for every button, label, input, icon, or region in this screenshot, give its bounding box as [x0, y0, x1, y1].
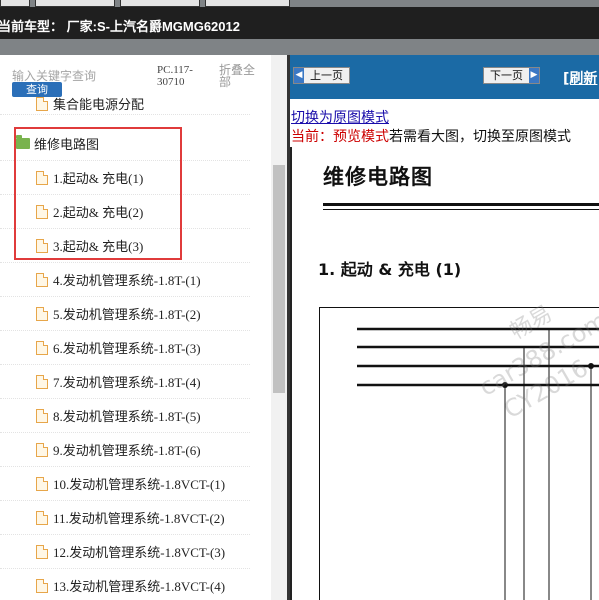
- tree-item[interactable]: 9.发动机管理系统-1.8T-(6): [0, 433, 250, 467]
- document-icon: [36, 306, 48, 321]
- mode-value: 预览模式: [333, 129, 389, 145]
- diagram-frame: [319, 307, 599, 600]
- highlight-box: [14, 127, 182, 260]
- tree-item-label: 11.发动机管理系统-1.8VCT-(2): [53, 511, 225, 526]
- viewer-panel: ◀ 上一页 下一页 ▶ [刷新 切换为原图模式 当前：预览模式若需看大图，切换至…: [290, 55, 599, 600]
- document-icon: [36, 272, 48, 287]
- tree-item-label: 6.发动机管理系统-1.8T-(3): [53, 341, 201, 356]
- toolbar-button[interactable]: [205, 0, 290, 7]
- document-icon: [36, 578, 48, 593]
- junction-dot: [588, 363, 594, 369]
- document-icon: [36, 510, 48, 525]
- document-page: 维修电路图 1. 起动 & 充电 (1): [290, 147, 599, 600]
- wiring-diagram: [319, 307, 599, 600]
- tree-item-label: 4.发动机管理系统-1.8T-(1): [53, 273, 201, 288]
- tree-item-partial[interactable]: 集合能电源分配: [0, 93, 250, 115]
- tree-item-label: 9.发动机管理系统-1.8T-(6): [53, 443, 201, 458]
- tree-item[interactable]: 12.发动机管理系统-1.8VCT-(3): [0, 535, 250, 569]
- document-icon: [36, 340, 48, 355]
- tree-item-label: 8.发动机管理系统-1.8T-(5): [53, 409, 201, 424]
- switch-original-mode-link[interactable]: 切换为原图模式: [291, 107, 389, 127]
- tree-item-label: 7.发动机管理系统-1.8T-(4): [53, 375, 201, 390]
- tree-item-label: 10.发动机管理系统-1.8VCT-(1): [53, 477, 226, 492]
- document-icon: [36, 96, 48, 111]
- tree-item[interactable]: 8.发动机管理系统-1.8T-(5): [0, 399, 250, 433]
- viewer-nav-bar: ◀ 上一页 下一页 ▶ [刷新: [290, 55, 599, 99]
- mode-prefix: 当前：: [291, 129, 333, 145]
- tree-item[interactable]: 5.发动机管理系统-1.8T-(2): [0, 297, 250, 331]
- tree-item-label: 5.发动机管理系统-1.8T-(2): [53, 307, 201, 322]
- document-icon: [36, 374, 48, 389]
- tree-item[interactable]: 11.发动机管理系统-1.8VCT-(2): [0, 501, 250, 535]
- arrow-right-icon: ▶: [529, 68, 539, 83]
- scrollbar-thumb[interactable]: [273, 165, 285, 393]
- document-icon: [36, 442, 48, 457]
- mode-hint: 若需看大图，切换至原图模式: [389, 129, 571, 145]
- document-icon: [36, 476, 48, 491]
- prev-page-button[interactable]: ◀ 上一页: [293, 67, 350, 84]
- document-title: 维修电路图: [323, 165, 433, 189]
- top-toolbar: 当前车型： 厂家:S-上汽名爵MGMG62012: [0, 0, 599, 55]
- document-icon: [36, 544, 48, 559]
- next-page-button[interactable]: 下一页 ▶: [483, 67, 540, 84]
- mode-status: 当前：预览模式若需看大图，切换至原图模式: [291, 126, 571, 146]
- tree-item[interactable]: 13.发动机管理系统-1.8VCT-(4): [0, 569, 250, 600]
- tree-item[interactable]: 6.发动机管理系统-1.8T-(3): [0, 331, 250, 365]
- tree-item-label: 13.发动机管理系统-1.8VCT-(4): [53, 579, 226, 594]
- fold-all-button[interactable]: 折叠全部: [219, 64, 259, 88]
- document-icon: [36, 408, 48, 423]
- toolbar-button[interactable]: [120, 0, 200, 7]
- tree-item-label: 集合能电源分配: [53, 97, 145, 112]
- arrow-left-icon: ◀: [294, 68, 304, 83]
- junction-dot: [502, 382, 508, 388]
- refresh-link[interactable]: [刷新: [563, 68, 597, 88]
- title-rule: [323, 203, 599, 206]
- toolbar-button[interactable]: [35, 0, 115, 7]
- section-title: 1. 起动 & 充电 (1): [318, 260, 462, 279]
- pc-code-label: PC.117-30710: [157, 64, 193, 88]
- tree-item-label: 12.发动机管理系统-1.8VCT-(3): [53, 545, 226, 560]
- toolbar-button[interactable]: [0, 0, 30, 7]
- tree-item[interactable]: 10.发动机管理系统-1.8VCT-(1): [0, 467, 250, 501]
- tree-item[interactable]: 4.发动机管理系统-1.8T-(1): [0, 263, 250, 297]
- car-model-label: 当前车型： 厂家:S-上汽名爵MGMG62012: [0, 19, 240, 34]
- tree-item[interactable]: 7.发动机管理系统-1.8T-(4): [0, 365, 250, 399]
- title-rule-thin: [323, 209, 599, 210]
